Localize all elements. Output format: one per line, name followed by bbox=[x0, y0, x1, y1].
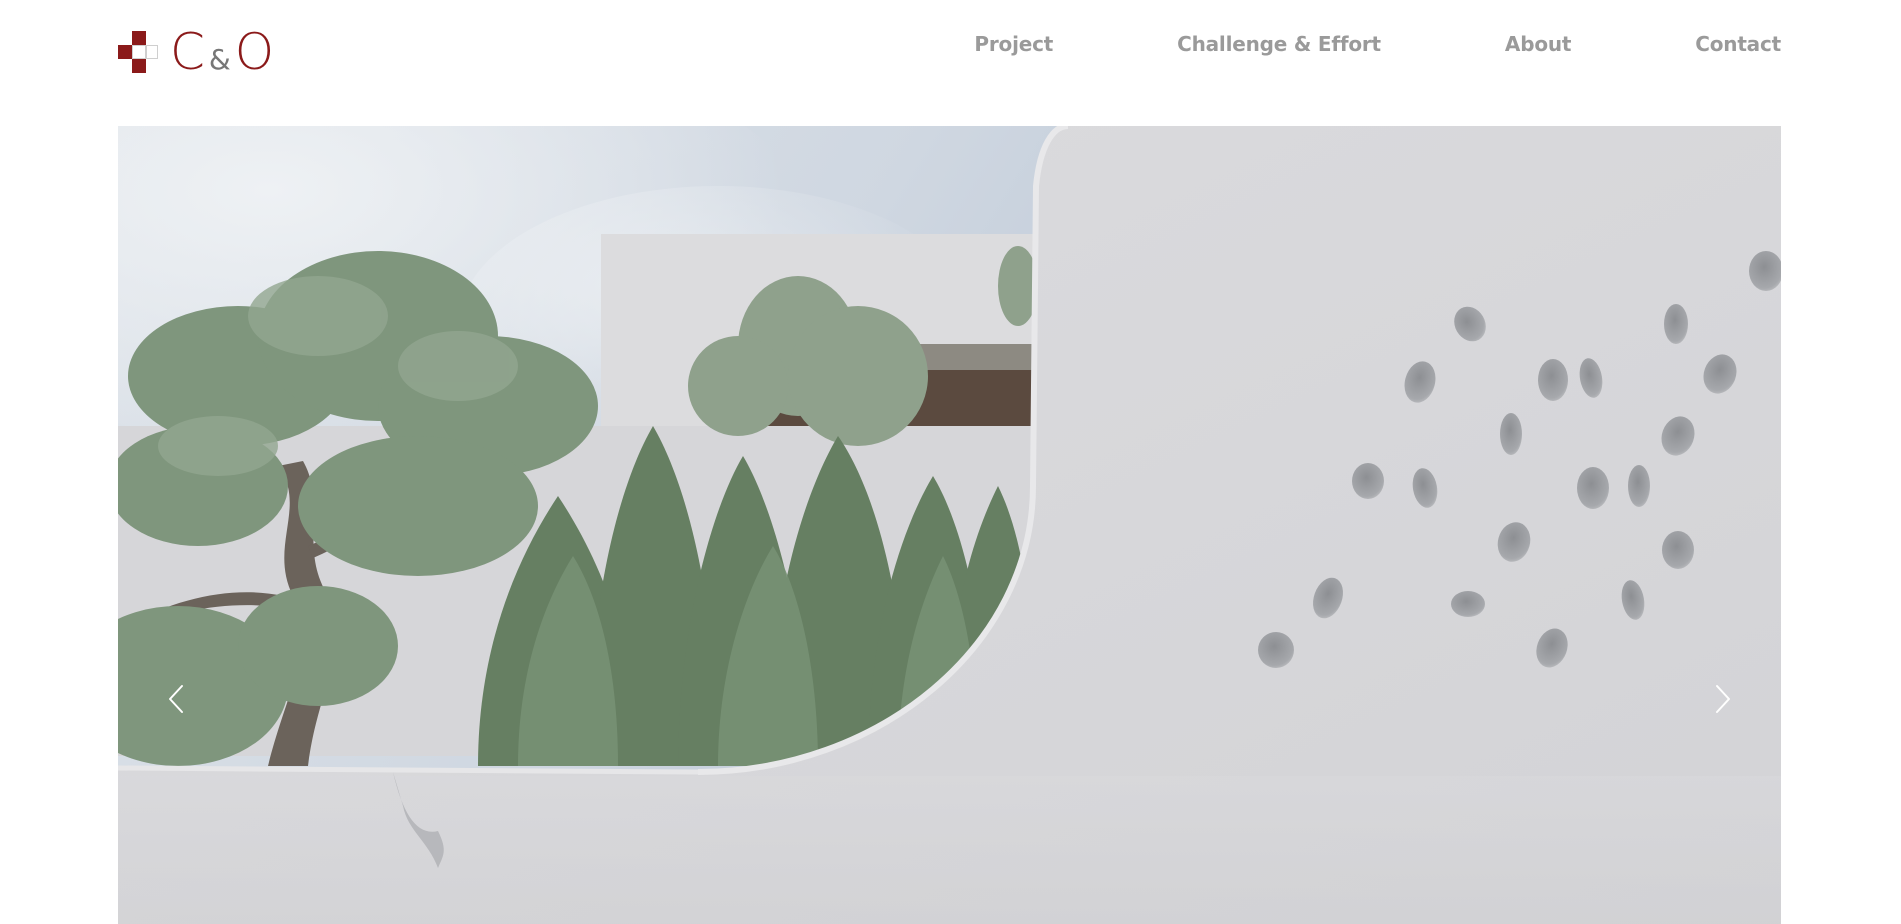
logo-ampersand: & bbox=[208, 43, 231, 76]
logo-letter-c: C bbox=[170, 23, 205, 81]
hero-image bbox=[118, 126, 1781, 924]
logo-link[interactable]: C & O bbox=[118, 27, 274, 77]
site-header: C & O Project Challenge & Effort About C… bbox=[118, 0, 1781, 100]
nav-item-contact[interactable]: Contact bbox=[1695, 32, 1781, 56]
chevron-right-icon bbox=[1716, 685, 1730, 713]
page: C & O Project Challenge & Effort About C… bbox=[0, 0, 1901, 924]
nav-item-project[interactable]: Project bbox=[974, 32, 1053, 56]
hero-slider bbox=[118, 126, 1781, 924]
logo-letter-o: O bbox=[234, 23, 275, 81]
nav-item-about[interactable]: About bbox=[1505, 32, 1572, 56]
checker-logo-icon bbox=[118, 29, 160, 75]
nav-item-challenge-effort[interactable]: Challenge & Effort bbox=[1177, 32, 1381, 56]
chevron-left-icon bbox=[169, 685, 183, 713]
main-nav: Project Challenge & Effort About Contact bbox=[974, 32, 1781, 56]
slider-next-button[interactable] bbox=[1703, 674, 1743, 724]
slider-prev-button[interactable] bbox=[156, 674, 196, 724]
logo-wordmark: C & O bbox=[170, 27, 274, 77]
